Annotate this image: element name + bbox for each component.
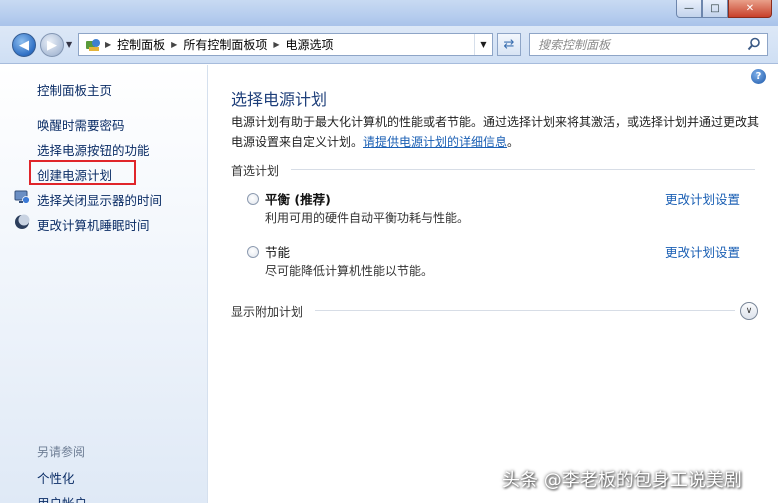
see-also-title: 另请参阅 (37, 445, 86, 459)
maximize-button[interactable]: □ (702, 0, 728, 18)
control-panel-icon (83, 35, 103, 55)
change-plan-settings-balanced[interactable]: 更改计划设置 (665, 189, 740, 208)
highlight-box (29, 160, 136, 185)
recent-pages-dropdown-icon[interactable]: ▼ (66, 40, 72, 49)
moon-icon (15, 214, 30, 229)
search-box[interactable] (529, 33, 768, 56)
description-end: 。 (507, 135, 520, 149)
address-dropdown-icon[interactable]: ▼ (474, 34, 492, 55)
refresh-icon: ⇄ (503, 37, 515, 52)
sidebar-item-user-accounts[interactable]: 用户帐户 (37, 493, 87, 503)
sidebar-item-personalize[interactable]: 个性化 (37, 468, 75, 487)
search-icon[interactable] (747, 37, 761, 51)
breadcrumb-all-items[interactable]: 所有控制面板项 (179, 36, 271, 53)
sidebar-item-home[interactable]: 控制面板主页 (37, 80, 112, 99)
sidebar: 控制面板主页 唤醒时需要密码 选择电源按钮的功能 创建电源计划 选择关闭显示器的… (0, 65, 208, 503)
navigation-bar: ◀ ▶ ▼ ▶ 控制面板 ▶ 所有控制面板项 ▶ 电源选项 ▼ ⇄ (0, 26, 778, 64)
plan-desc-balanced: 利用可用的硬件自动平衡功耗与性能。 (265, 211, 470, 225)
title-bar: — □ ✕ (0, 0, 778, 26)
breadcrumb-separator[interactable]: ▶ (169, 40, 179, 49)
change-plan-settings-power-saver[interactable]: 更改计划设置 (665, 242, 740, 261)
close-button[interactable]: ✕ (728, 0, 772, 18)
forward-button[interactable]: ▶ (40, 33, 64, 57)
breadcrumb-separator[interactable]: ▶ (271, 40, 281, 49)
help-icon[interactable]: ? (751, 69, 766, 84)
sidebar-item-power-button[interactable]: 选择电源按钮的功能 (37, 140, 150, 159)
minimize-button[interactable]: — (676, 0, 702, 18)
window-controls: — □ ✕ (676, 0, 772, 18)
breadcrumb-power-options[interactable]: 电源选项 (282, 36, 338, 53)
refresh-button[interactable]: ⇄ (497, 33, 521, 56)
breadcrumb-separator[interactable]: ▶ (103, 40, 113, 49)
plan-desc-power-saver: 尽可能降低计算机性能以节能。 (265, 264, 434, 278)
page-title: 选择电源计划 (231, 90, 328, 109)
plan-name-balanced[interactable]: 平衡 (推荐) (265, 189, 331, 208)
sidebar-item-display-off[interactable]: 选择关闭显示器的时间 (37, 190, 162, 209)
monitor-icon (14, 190, 30, 204)
details-link[interactable]: 请提供电源计划的详细信息 (363, 135, 507, 149)
back-button[interactable]: ◀ (12, 33, 36, 57)
watermark: 头条 @李老板的包身工说美剧 (502, 470, 742, 491)
plan-radio-balanced[interactable] (247, 193, 259, 205)
sidebar-item-sleep-time[interactable]: 更改计算机睡眠时间 (37, 215, 150, 234)
search-input[interactable] (538, 37, 748, 52)
page-description: 电源计划有助于最大化计算机的性能或者节能。通过选择计划来将其激活，或选择计划并通… (231, 112, 766, 152)
main-panel: ? 选择电源计划 电源计划有助于最大化计算机的性能或者节能。通过选择计划来将其激… (209, 65, 778, 503)
plan-name-power-saver[interactable]: 节能 (265, 242, 290, 261)
sidebar-item-wake-password[interactable]: 唤醒时需要密码 (37, 115, 125, 134)
address-bar[interactable]: ▶ 控制面板 ▶ 所有控制面板项 ▶ 电源选项 ▼ (78, 33, 493, 56)
preferred-plans-header: 首选计划 (231, 164, 280, 178)
chevron-down-icon[interactable]: ∨ (740, 302, 758, 320)
section-divider (291, 169, 755, 170)
plan-radio-power-saver[interactable] (247, 246, 259, 258)
additional-plans-header[interactable]: 显示附加计划 (231, 303, 303, 320)
section-divider (315, 310, 735, 311)
breadcrumb-control-panel[interactable]: 控制面板 (113, 36, 169, 53)
